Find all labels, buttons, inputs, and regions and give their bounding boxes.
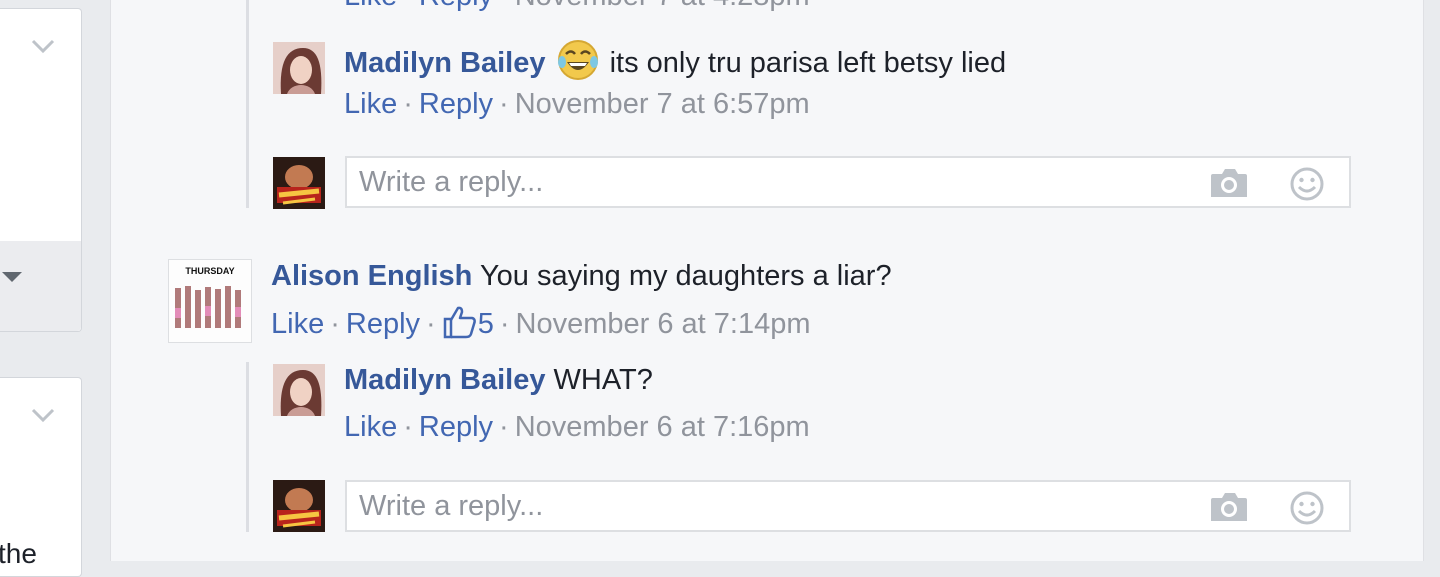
reply-link[interactable]: Reply [419,88,493,120]
camera-icon[interactable] [1209,490,1249,524]
comment-body: Madilyn Bailey its only tru parisa left … [344,38,1006,82]
reply-input-placeholder: Write a reply... [359,166,544,198]
comment-author[interactable]: Madilyn Bailey [344,364,545,396]
comment-meta: Like · Reply · November 7 at 6:57pm [344,88,810,120]
reply-link[interactable]: Reply [419,411,493,443]
comment-timestamp[interactable]: November 6 at 7:16pm [515,411,810,443]
comment-timestamp[interactable]: November 7 at 6:57pm [515,88,810,120]
comments-section: Like·Reply·November 7 at 4:28pm Madilyn … [110,0,1424,561]
reply-input-placeholder: Write a reply... [359,490,544,522]
reply-input[interactable]: Write a reply... [345,480,1351,532]
comment-author[interactable]: Madilyn Bailey [344,47,545,79]
dropdown-caret-icon[interactable] [2,272,22,282]
reply-thread-line [246,362,249,532]
comment-meta: Like · Reply · November 6 at 7:16pm [344,411,810,443]
left-text-fragment: the [0,538,37,569]
comment-body: Alison English You saying my daughters a… [271,258,892,294]
tears-of-joy-emoji-icon [557,40,598,80]
left-card-bottom: the [0,377,82,577]
reply-link[interactable]: Reply [419,0,493,12]
avatar[interactable] [273,364,325,416]
like-link[interactable]: Like [344,411,397,443]
like-link[interactable]: Like [271,308,324,340]
like-count[interactable]: 5 [442,306,494,340]
avatar[interactable] [273,42,325,94]
comment-text: WHAT? [553,364,653,396]
reply-link[interactable]: Reply [346,308,420,340]
comment-meta-partial: Like·Reply·November 7 at 4:28pm [344,0,810,14]
comment-meta: Like · Reply · 5 · November 6 at 7:14pm [271,305,811,342]
comment-timestamp[interactable]: November 7 at 4:28pm [515,0,810,12]
avatar-logo-text: THURSDAY [185,266,234,276]
thumbs-up-icon [443,306,476,339]
like-count-number: 5 [477,308,494,340]
like-link[interactable]: Like [344,88,397,120]
like-link[interactable]: Like [344,0,397,12]
comment-text: You saying my daughters a liar? [479,260,892,292]
left-card-top [0,8,82,332]
emoji-icon[interactable] [1289,166,1325,202]
chevron-down-icon[interactable] [30,402,56,428]
comment-author[interactable]: Alison English [271,260,472,292]
comment-timestamp[interactable]: November 6 at 7:14pm [516,308,811,340]
comment-body: Madilyn Bailey WHAT? [344,362,653,398]
emoji-icon[interactable] [1289,490,1325,526]
left-card-footer [0,241,81,331]
current-user-avatar[interactable] [273,157,325,209]
camera-icon[interactable] [1209,166,1249,200]
chevron-down-icon[interactable] [30,33,56,59]
current-user-avatar[interactable] [273,480,325,532]
avatar[interactable]: THURSDAY [168,259,252,343]
comment-text: its only tru parisa left betsy lied [609,47,1007,79]
reply-thread-line [246,0,249,208]
reply-input[interactable]: Write a reply... [345,156,1351,208]
